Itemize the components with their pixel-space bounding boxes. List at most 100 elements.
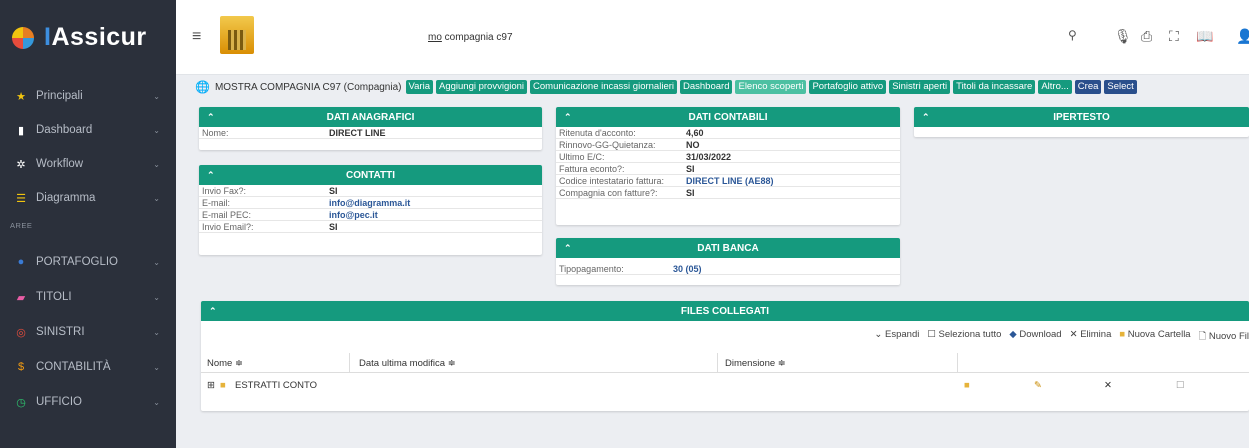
field-row: Compagnia con fatture?: SI: [556, 187, 900, 199]
chevron-down-icon: ⌄: [153, 327, 160, 337]
field-label: Invio Fax?:: [202, 185, 247, 196]
field-value[interactable]: DIRECT LINE (AE88): [686, 176, 774, 186]
sidebar-item-diagramma[interactable]: ☰ Diagramma ⌄: [0, 181, 176, 215]
action-button-aggiungi-provvigioni[interactable]: Aggiungi provvigioni: [435, 80, 528, 94]
edit-icon[interactable]: ✎: [1034, 380, 1042, 391]
search-icon[interactable]: ⚲: [1068, 28, 1077, 42]
sidebar-item-label: SINISTRI: [36, 326, 85, 338]
delete-icon[interactable]: ✕: [1104, 380, 1112, 391]
panel-header[interactable]: ⌃ DATI BANCA: [556, 238, 900, 258]
sidebar-item-ufficio[interactable]: ◷ UFFICIO ⌄: [0, 385, 176, 419]
field-value: SI: [329, 221, 338, 232]
column-modified[interactable]: Data ultima modifica ≑: [359, 358, 456, 369]
sidebar-item-dashboard[interactable]: ▮ Dashboard ⌄: [0, 113, 176, 147]
action-button-sinistri-aperti[interactable]: Sinistri aperti: [889, 80, 951, 94]
row-checkbox[interactable]: ☐: [1176, 380, 1185, 391]
action-button-titoli-da-incassare[interactable]: Titoli da incassare: [953, 80, 1036, 94]
sidebar-item-contabilit-[interactable]: $ CONTABILITÀ ⌄: [0, 350, 176, 384]
file-name[interactable]: ESTRATTI CONTO: [235, 380, 317, 391]
new-file-button[interactable]: 🗋 Nuovo Fil: [1199, 329, 1249, 345]
collapse-icon[interactable]: ⌃: [922, 112, 930, 123]
sidebar-item-label: Workflow: [36, 158, 84, 170]
field-label: Compagnia con fatture?:: [559, 187, 658, 198]
files-table-header: Nome ≑ Data ultima modifica ≑ Dimensione…: [201, 353, 1249, 373]
open-folder-icon[interactable]: ■: [964, 380, 970, 391]
collapse-icon[interactable]: ⌃: [564, 112, 572, 123]
search-input[interactable]: mo compagnia c97: [428, 27, 1064, 47]
field-label: Nome:: [202, 127, 229, 138]
microphone-icon[interactable]: 🎙: [1114, 28, 1132, 45]
chevron-down-icon: ⌄: [153, 159, 160, 169]
action-button-altro[interactable]: Altro...: [1038, 80, 1072, 94]
folder-icon: ■: [220, 380, 226, 391]
clock-icon: ◷: [16, 396, 26, 409]
action-button-dashboard[interactable]: Dashboard: [680, 80, 733, 94]
page-header: 🌐 MOSTRA COMPAGNIA C97 (Compagnia) Varia…: [195, 79, 1140, 95]
chevron-down-icon: ⌄: [153, 91, 160, 101]
expand-button[interactable]: ⌄ Espandi: [874, 329, 919, 345]
print-icon[interactable]: ⎙: [1141, 28, 1152, 45]
column-divider: [957, 353, 958, 373]
action-button-select[interactable]: Select: [1104, 80, 1137, 94]
sidebar-item-label: TITOLI: [36, 291, 72, 303]
action-button-crea[interactable]: Crea: [1074, 80, 1102, 94]
list-icon: ☰: [16, 192, 26, 205]
panel-header[interactable]: ⌃ CONTATTI: [199, 165, 542, 185]
user-avatar-icon[interactable]: 👤: [1236, 28, 1249, 45]
field-value: NO: [686, 139, 700, 150]
company-logo-thumbnail[interactable]: [220, 16, 254, 54]
field-row: Invio Fax?: SI: [199, 185, 542, 197]
field-value[interactable]: 30 (05): [673, 264, 702, 274]
select-all-button[interactable]: ☐ Seleziona tutto: [927, 329, 1001, 345]
column-name[interactable]: Nome ≑: [207, 358, 243, 369]
field-value[interactable]: info@pec.it: [329, 210, 378, 220]
panel-header[interactable]: ⌃ FILES COLLEGATI: [201, 301, 1249, 321]
action-button-portafoglio-attivo[interactable]: Portafoglio attivo: [809, 80, 887, 94]
book-icon[interactable]: 📖: [1196, 28, 1213, 45]
panel-header[interactable]: ⌃ DATI CONTABILI: [556, 107, 900, 127]
table-row[interactable]: ⊞ ■ ESTRATTI CONTO ■ ✎ ✕ ☐: [201, 375, 1249, 395]
workflow-icon: ✲: [16, 158, 26, 171]
delete-button[interactable]: ✕ Elimina: [1070, 329, 1112, 345]
fullscreen-icon[interactable]: ⛶: [1169, 28, 1179, 45]
field-label: Fattura econto?:: [559, 163, 625, 174]
field-label: E-mail:: [202, 197, 231, 208]
panel-dati-banca: ⌃ DATI BANCA Tipopagamento: 30 (05): [556, 238, 900, 285]
field-value: SI: [329, 185, 338, 196]
sidebar-item-portafoglio[interactable]: ● PORTAFOGLIO ⌄: [0, 245, 176, 279]
collapse-icon[interactable]: ⌃: [209, 306, 217, 317]
sidebar-item-titoli[interactable]: ▰ TITOLI ⌄: [0, 280, 176, 314]
sidebar-item-label: Diagramma: [36, 192, 96, 204]
menu-icon[interactable]: ≡: [192, 28, 201, 46]
panel-header[interactable]: ⌃ IPERTESTO: [914, 107, 1249, 127]
panel-ipertesto: ⌃ IPERTESTO: [914, 107, 1249, 137]
sidebar-item-principali[interactable]: ★ Principali ⌄: [0, 79, 176, 113]
field-row: Nome: DIRECT LINE: [199, 127, 542, 139]
sidebar: IAssicur ★ Principali ⌄ ▮ Dashboard ⌄ ✲ Workflo…: [0, 0, 176, 448]
collapse-icon[interactable]: ⌃: [207, 170, 215, 181]
star-icon: ★: [16, 90, 26, 103]
field-row: Rinnovo-GG-Quietanza: NO: [556, 139, 900, 151]
panel-header[interactable]: ⌃ DATI ANAGRAFICI: [199, 107, 542, 127]
field-row: Fattura econto?: SI: [556, 163, 900, 175]
field-label: Tipopagamento:: [559, 263, 624, 274]
download-button[interactable]: ◆ Download: [1009, 329, 1061, 345]
expand-tree-icon[interactable]: ⊞: [207, 380, 215, 391]
bar-chart-icon: ▮: [17, 124, 25, 137]
collapse-icon[interactable]: ⌃: [207, 112, 215, 123]
action-button-comunicazione-incassi-giornalieri[interactable]: Comunicazione incassi giornalieri: [530, 80, 677, 94]
top-bar: ≡ mo compagnia c97 ⚲ 🎙 ⎙ ⛶ 📖 👤: [176, 0, 1249, 75]
sidebar-item-workflow[interactable]: ✲ Workflow ⌄: [0, 147, 176, 181]
action-button-varia[interactable]: Varia: [405, 80, 433, 94]
new-folder-button[interactable]: ■ Nuova Cartella: [1119, 329, 1190, 345]
sidebar-item-sinistri[interactable]: ◎ SINISTRI ⌄: [0, 315, 176, 349]
field-row: Ultimo E/C: 31/03/2022: [556, 151, 900, 163]
column-size[interactable]: Dimensione ≑: [725, 358, 786, 369]
collapse-icon[interactable]: ⌃: [564, 243, 572, 254]
action-button-elenco-scoperti[interactable]: Elenco scoperti: [735, 80, 807, 94]
field-row: E-mail: info@diagramma.it: [199, 197, 542, 209]
app-logo[interactable]: IAssicur: [0, 0, 176, 75]
field-value[interactable]: info@diagramma.it: [329, 198, 410, 208]
field-row: Ritenuta d'acconto: 4,60: [556, 127, 900, 139]
column-divider: [349, 353, 350, 373]
